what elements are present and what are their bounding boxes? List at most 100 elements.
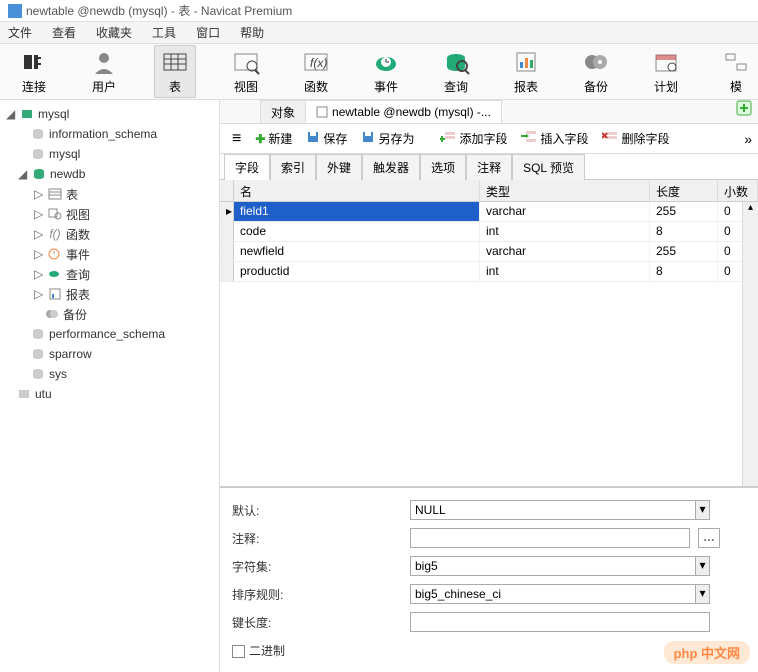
scrollbar[interactable]: ▴ — [742, 202, 758, 486]
tree-db-info-schema[interactable]: information_schema — [6, 124, 219, 144]
table-row[interactable]: codeint80 — [220, 222, 758, 242]
col-decimals[interactable]: 小数 — [718, 180, 758, 201]
field-grid[interactable]: ▴ ▸field1varchar2550codeint80newfieldvar… — [220, 202, 758, 487]
tab-sql-preview[interactable]: SQL 预览 — [512, 154, 585, 180]
btn-delete-field[interactable]: 删除字段 — [596, 128, 675, 149]
btn-new[interactable]: ✚新建 — [249, 128, 298, 149]
scroll-up-icon[interactable]: ▴ — [743, 202, 758, 213]
tree-db-sparrow[interactable]: sparrow — [6, 344, 219, 364]
table-icon — [161, 48, 189, 76]
tree-node-queries[interactable]: ▷查询 — [6, 264, 219, 284]
expand-icon[interactable]: ▷ — [34, 227, 44, 241]
collapse-icon[interactable]: ◢ — [18, 167, 28, 181]
cell-name[interactable]: newfield — [234, 242, 480, 261]
select-default[interactable]: NULL▾ — [410, 500, 710, 520]
btn-saveas[interactable]: 另存为 — [355, 128, 420, 149]
expand-icon[interactable]: ▷ — [34, 187, 44, 201]
input-keylength[interactable] — [410, 612, 710, 632]
expand-icon[interactable]: ▷ — [34, 207, 44, 221]
checkbox-binary[interactable]: 二进制 — [232, 642, 402, 659]
database-icon — [30, 367, 46, 381]
table-row[interactable]: ▸field1varchar2550 — [220, 202, 758, 222]
cell-length[interactable]: 255 — [650, 242, 718, 261]
tree-db-sys[interactable]: sys — [6, 364, 219, 384]
tab-fields[interactable]: 字段 — [224, 154, 270, 180]
designer-tabs: 字段 索引 外键 触发器 选项 注释 SQL 预览 — [220, 154, 758, 180]
tab-objects[interactable]: 对象 — [260, 100, 306, 123]
table-row[interactable]: productidint80 — [220, 262, 758, 282]
btn-insert-field[interactable]: 插入字段 — [515, 128, 594, 149]
tree-node-reports[interactable]: ▷报表 — [6, 284, 219, 304]
chevron-down-icon[interactable]: ▾ — [695, 585, 709, 603]
tab-foreign-keys[interactable]: 外键 — [316, 154, 362, 180]
toolbar-query[interactable]: 查询 — [436, 46, 476, 97]
toolbar-table[interactable]: 表 — [154, 45, 196, 98]
window-title: newtable @newdb (mysql) - 表 - Navicat Pr… — [26, 2, 292, 19]
menu-icon[interactable]: ≡ — [226, 130, 247, 148]
db-conn-off-icon — [16, 387, 32, 401]
tab-comment[interactable]: 注释 — [466, 154, 512, 180]
cell-type[interactable]: varchar — [480, 242, 650, 261]
toolbar-view[interactable]: 视图 — [226, 46, 266, 97]
cell-type[interactable]: int — [480, 222, 650, 241]
tree-db-mysql[interactable]: mysql — [6, 144, 219, 164]
menu-window[interactable]: 窗口 — [196, 24, 220, 41]
toolbar-plan[interactable]: 计划 — [646, 46, 686, 97]
tree-node-tables[interactable]: ▷表 — [6, 184, 219, 204]
tree-db-perf-schema[interactable]: performance_schema — [6, 324, 219, 344]
col-type[interactable]: 类型 — [480, 180, 650, 201]
tab-triggers[interactable]: 触发器 — [362, 154, 420, 180]
connection-tree: ◢mysql information_schema mysql ◢newdb ▷… — [0, 100, 220, 672]
cell-type[interactable]: int — [480, 262, 650, 281]
menu-file[interactable]: 文件 — [8, 24, 32, 41]
table-toolbar: ≡ ✚新建 保存 另存为 添加字段 插入字段 删除字段 » — [220, 124, 758, 154]
menu-help[interactable]: 帮助 — [240, 24, 264, 41]
chevron-down-icon[interactable]: ▾ — [695, 557, 709, 575]
expand-icon[interactable]: ▷ — [34, 287, 44, 301]
tree-conn-utu[interactable]: utu — [6, 384, 219, 404]
table-row[interactable]: newfieldvarchar2550 — [220, 242, 758, 262]
tree-node-events[interactable]: ▷事件 — [6, 244, 219, 264]
cell-length[interactable]: 255 — [650, 202, 718, 221]
toolbar-report[interactable]: 报表 — [506, 46, 546, 97]
toolbar-backup[interactable]: 备份 — [576, 46, 616, 97]
tree-node-views[interactable]: ▷视图 — [6, 204, 219, 224]
btn-add-field[interactable]: 添加字段 — [434, 128, 513, 149]
label-collation: 排序规则: — [232, 586, 402, 603]
toolbar-connect[interactable]: 连接 — [14, 46, 54, 97]
col-length[interactable]: 长度 — [650, 180, 718, 201]
collapse-icon[interactable]: ◢ — [6, 107, 16, 121]
menu-tools[interactable]: 工具 — [152, 24, 176, 41]
col-name[interactable]: 名 — [234, 180, 480, 201]
toolbar-function[interactable]: f(x)函数 — [296, 46, 336, 97]
cell-type[interactable]: varchar — [480, 202, 650, 221]
input-comment[interactable] — [410, 528, 690, 548]
select-charset[interactable]: big5▾ — [410, 556, 710, 576]
toolbar-event[interactable]: 事件 — [366, 46, 406, 97]
menu-view[interactable]: 查看 — [52, 24, 76, 41]
tab-current-table[interactable]: newtable @newdb (mysql) -... — [305, 100, 502, 123]
cell-length[interactable]: 8 — [650, 222, 718, 241]
tree-node-functions[interactable]: ▷f()函数 — [6, 224, 219, 244]
more-icon[interactable]: » — [744, 131, 752, 147]
expand-icon[interactable]: ▷ — [34, 247, 44, 261]
tab-indexes[interactable]: 索引 — [270, 154, 316, 180]
expand-icon[interactable]: ▷ — [34, 267, 44, 281]
tree-db-newdb[interactable]: ◢newdb — [6, 164, 219, 184]
toolbar-user[interactable]: 用户 — [84, 46, 124, 97]
menu-favorites[interactable]: 收藏夹 — [96, 24, 132, 41]
select-collation[interactable]: big5_chinese_ci▾ — [410, 584, 710, 604]
cell-name[interactable]: productid — [234, 262, 480, 281]
cell-name[interactable]: field1 — [234, 202, 480, 221]
tree-node-backup[interactable]: 备份 — [6, 304, 219, 324]
tree-conn-mysql[interactable]: ◢mysql — [6, 104, 219, 124]
view-icon — [47, 207, 63, 221]
cell-name[interactable]: code — [234, 222, 480, 241]
cell-length[interactable]: 8 — [650, 262, 718, 281]
chevron-down-icon[interactable]: ▾ — [695, 501, 709, 519]
toolbar-model[interactable]: 模 — [716, 46, 756, 97]
tab-options[interactable]: 选项 — [420, 154, 466, 180]
ellipsis-button[interactable]: … — [698, 528, 720, 548]
add-tab-icon[interactable] — [736, 100, 752, 121]
btn-save[interactable]: 保存 — [300, 128, 353, 149]
